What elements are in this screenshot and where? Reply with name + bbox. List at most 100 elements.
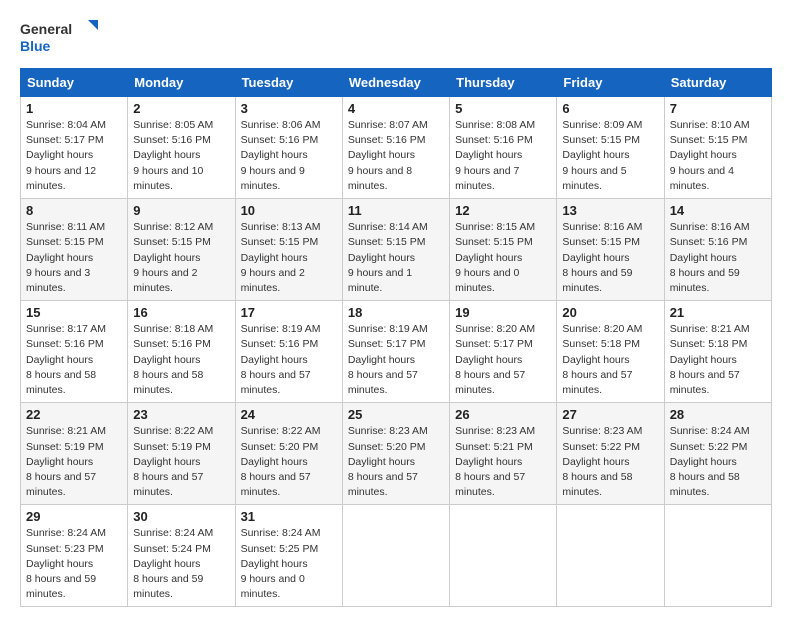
week-row-5: 29 Sunrise: 8:24 AMSunset: 5:23 PMDayligh… xyxy=(21,505,772,607)
day-cell-13: 13 Sunrise: 8:16 AMSunset: 5:15 PMDayligh… xyxy=(557,199,664,301)
day-cell-28: 28Sunrise: 8:24 AMSunset: 5:22 PMDayligh… xyxy=(664,403,771,505)
weekday-friday: Friday xyxy=(557,69,664,97)
day-cell-31: 31 Sunrise: 8:24 AMSunset: 5:25 PMDayligh… xyxy=(235,505,342,607)
day-number: 2 xyxy=(133,101,229,116)
day-info: Sunrise: 8:24 AMSunset: 5:24 PMDaylight … xyxy=(133,526,229,602)
day-cell-15: 15 Sunrise: 8:17 AMSunset: 5:16 PMDayligh… xyxy=(21,301,128,403)
day-cell-11: 11 Sunrise: 8:14 AMSunset: 5:15 PMDayligh… xyxy=(342,199,449,301)
weekday-header-row: SundayMondayTuesdayWednesdayThursdayFrid… xyxy=(21,69,772,97)
weekday-tuesday: Tuesday xyxy=(235,69,342,97)
calendar-table: SundayMondayTuesdayWednesdayThursdayFrid… xyxy=(20,68,772,607)
day-info: Sunrise: 8:24 AMSunset: 5:22 PMDaylight … xyxy=(670,424,766,500)
day-cell-14: 14 Sunrise: 8:16 AMSunset: 5:16 PMDayligh… xyxy=(664,199,771,301)
day-info: Sunrise: 8:22 AMSunset: 5:20 PMDaylight … xyxy=(241,424,337,500)
day-number: 13 xyxy=(562,203,658,218)
day-cell-2: 2 Sunrise: 8:05 AMSunset: 5:16 PMDaylight… xyxy=(128,97,235,199)
day-cell-17: 17 Sunrise: 8:19 AMSunset: 5:16 PMDayligh… xyxy=(235,301,342,403)
day-cell-10: 10Sunrise: 8:13 AMSunset: 5:15 PMDayligh… xyxy=(235,199,342,301)
day-number: 8 xyxy=(26,203,122,218)
empty-cell xyxy=(342,505,449,607)
empty-cell xyxy=(664,505,771,607)
day-cell-24: 24 Sunrise: 8:22 AMSunset: 5:20 PMDayligh… xyxy=(235,403,342,505)
day-number: 3 xyxy=(241,101,337,116)
day-cell-9: 9Sunrise: 8:12 AMSunset: 5:15 PMDaylight… xyxy=(128,199,235,301)
day-info: Sunrise: 8:14 AMSunset: 5:15 PMDaylight … xyxy=(348,220,444,296)
day-number: 5 xyxy=(455,101,551,116)
day-cell-5: 5 Sunrise: 8:08 AMSunset: 5:16 PMDaylight… xyxy=(450,97,557,199)
day-cell-7: 7 Sunrise: 8:10 AMSunset: 5:15 PMDaylight… xyxy=(664,97,771,199)
day-info: Sunrise: 8:16 AMSunset: 5:16 PMDaylight … xyxy=(670,220,766,296)
day-number: 18 xyxy=(348,305,444,320)
day-number: 23 xyxy=(133,407,229,422)
day-cell-30: 30 Sunrise: 8:24 AMSunset: 5:24 PMDayligh… xyxy=(128,505,235,607)
day-cell-22: 22Sunrise: 8:21 AMSunset: 5:19 PMDayligh… xyxy=(21,403,128,505)
day-info: Sunrise: 8:08 AMSunset: 5:16 PMDaylight … xyxy=(455,118,551,194)
day-cell-8: 8 Sunrise: 8:11 AMSunset: 5:15 PMDaylight… xyxy=(21,199,128,301)
day-info: Sunrise: 8:24 AMSunset: 5:23 PMDaylight … xyxy=(26,526,122,602)
page: General Blue SundayMondayTuesdayWednesda… xyxy=(0,0,792,625)
day-info: Sunrise: 8:09 AMSunset: 5:15 PMDaylight … xyxy=(562,118,658,194)
svg-text:Blue: Blue xyxy=(20,38,51,54)
day-info: Sunrise: 8:23 AMSunset: 5:22 PMDaylight … xyxy=(562,424,658,500)
day-info: Sunrise: 8:24 AMSunset: 5:25 PMDaylight … xyxy=(241,526,337,602)
day-number: 27 xyxy=(562,407,658,422)
day-info: Sunrise: 8:06 AMSunset: 5:16 PMDaylight … xyxy=(241,118,337,194)
day-info: Sunrise: 8:17 AMSunset: 5:16 PMDaylight … xyxy=(26,322,122,398)
day-number: 1 xyxy=(26,101,122,116)
day-number: 31 xyxy=(241,509,337,524)
weekday-saturday: Saturday xyxy=(664,69,771,97)
day-cell-25: 25Sunrise: 8:23 AMSunset: 5:20 PMDayligh… xyxy=(342,403,449,505)
weekday-wednesday: Wednesday xyxy=(342,69,449,97)
day-info: Sunrise: 8:15 AMSunset: 5:15 PMDaylight … xyxy=(455,220,551,296)
day-number: 15 xyxy=(26,305,122,320)
day-cell-21: 21Sunrise: 8:21 AMSunset: 5:18 PMDayligh… xyxy=(664,301,771,403)
day-info: Sunrise: 8:21 AMSunset: 5:18 PMDaylight … xyxy=(670,322,766,398)
day-cell-29: 29 Sunrise: 8:24 AMSunset: 5:23 PMDayligh… xyxy=(21,505,128,607)
day-info: Sunrise: 8:11 AMSunset: 5:15 PMDaylight … xyxy=(26,220,122,296)
day-cell-4: 4 Sunrise: 8:07 AMSunset: 5:16 PMDaylight… xyxy=(342,97,449,199)
day-cell-27: 27 Sunrise: 8:23 AMSunset: 5:22 PMDayligh… xyxy=(557,403,664,505)
day-number: 12 xyxy=(455,203,551,218)
empty-cell xyxy=(450,505,557,607)
day-number: 7 xyxy=(670,101,766,116)
day-number: 17 xyxy=(241,305,337,320)
day-info: Sunrise: 8:19 AMSunset: 5:16 PMDaylight … xyxy=(241,322,337,398)
day-number: 26 xyxy=(455,407,551,422)
header: General Blue xyxy=(20,18,772,58)
day-number: 16 xyxy=(133,305,229,320)
weekday-sunday: Sunday xyxy=(21,69,128,97)
week-row-3: 15 Sunrise: 8:17 AMSunset: 5:16 PMDayligh… xyxy=(21,301,772,403)
day-number: 14 xyxy=(670,203,766,218)
week-row-4: 22Sunrise: 8:21 AMSunset: 5:19 PMDayligh… xyxy=(21,403,772,505)
day-info: Sunrise: 8:20 AMSunset: 5:18 PMDaylight … xyxy=(562,322,658,398)
day-number: 24 xyxy=(241,407,337,422)
week-row-2: 8 Sunrise: 8:11 AMSunset: 5:15 PMDaylight… xyxy=(21,199,772,301)
day-cell-18: 18Sunrise: 8:19 AMSunset: 5:17 PMDayligh… xyxy=(342,301,449,403)
weekday-thursday: Thursday xyxy=(450,69,557,97)
logo: General Blue xyxy=(20,18,100,58)
weekday-monday: Monday xyxy=(128,69,235,97)
day-number: 29 xyxy=(26,509,122,524)
day-cell-20: 20 Sunrise: 8:20 AMSunset: 5:18 PMDayligh… xyxy=(557,301,664,403)
day-number: 6 xyxy=(562,101,658,116)
day-info: Sunrise: 8:07 AMSunset: 5:16 PMDaylight … xyxy=(348,118,444,194)
day-cell-23: 23Sunrise: 8:22 AMSunset: 5:19 PMDayligh… xyxy=(128,403,235,505)
day-number: 11 xyxy=(348,203,444,218)
day-cell-6: 6 Sunrise: 8:09 AMSunset: 5:15 PMDaylight… xyxy=(557,97,664,199)
day-info: Sunrise: 8:05 AMSunset: 5:16 PMDaylight … xyxy=(133,118,229,194)
day-cell-26: 26 Sunrise: 8:23 AMSunset: 5:21 PMDayligh… xyxy=(450,403,557,505)
day-number: 25 xyxy=(348,407,444,422)
day-info: Sunrise: 8:23 AMSunset: 5:21 PMDaylight … xyxy=(455,424,551,500)
day-info: Sunrise: 8:18 AMSunset: 5:16 PMDaylight … xyxy=(133,322,229,398)
day-info: Sunrise: 8:21 AMSunset: 5:19 PMDaylight … xyxy=(26,424,122,500)
day-number: 30 xyxy=(133,509,229,524)
day-info: Sunrise: 8:04 AMSunset: 5:17 PMDaylight … xyxy=(26,118,122,194)
day-number: 20 xyxy=(562,305,658,320)
day-cell-1: 1 Sunrise: 8:04 AMSunset: 5:17 PMDaylight… xyxy=(21,97,128,199)
day-number: 10 xyxy=(241,203,337,218)
day-info: Sunrise: 8:12 AMSunset: 5:15 PMDaylight … xyxy=(133,220,229,296)
day-cell-16: 16 Sunrise: 8:18 AMSunset: 5:16 PMDayligh… xyxy=(128,301,235,403)
day-number: 4 xyxy=(348,101,444,116)
day-info: Sunrise: 8:16 AMSunset: 5:15 PMDaylight … xyxy=(562,220,658,296)
day-info: Sunrise: 8:10 AMSunset: 5:15 PMDaylight … xyxy=(670,118,766,194)
